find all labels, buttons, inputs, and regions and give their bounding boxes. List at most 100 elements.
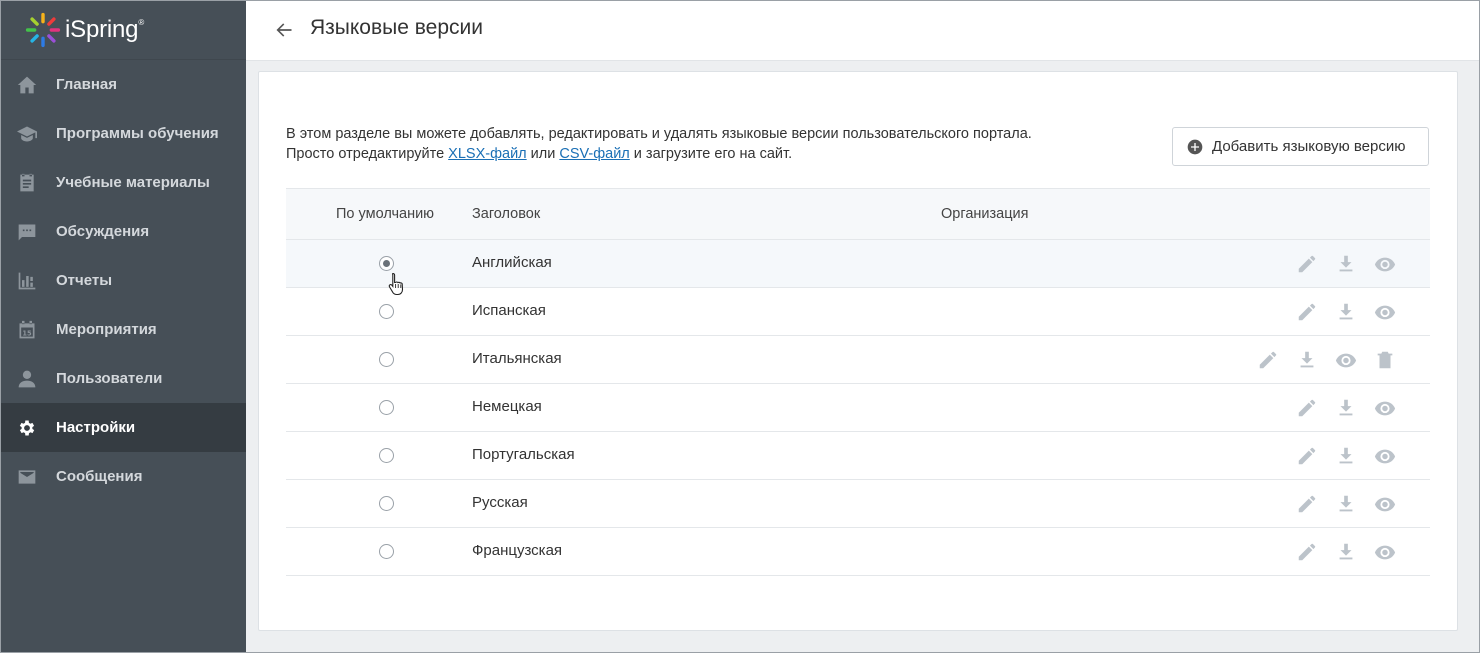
plus-circle-icon	[1187, 139, 1203, 154]
edit-button[interactable]	[1295, 492, 1319, 516]
add-button-label: Добавить языковую версию	[1212, 138, 1406, 155]
preview-button[interactable]	[1373, 492, 1397, 516]
table-row: Итальянская	[286, 336, 1430, 384]
edit-button[interactable]	[1295, 300, 1319, 324]
sidebar-item-reports[interactable]: Отчеты	[0, 256, 246, 305]
pencil-icon	[1298, 495, 1316, 513]
sidebar-item-messages[interactable]: Сообщения	[0, 452, 246, 501]
brand-name: iSpring®	[65, 15, 145, 43]
sidebar-item-home[interactable]: Главная	[0, 60, 246, 109]
table-row: Английская	[286, 240, 1430, 288]
row-actions	[1280, 396, 1397, 420]
delete-button[interactable]	[1373, 348, 1397, 372]
ispring-logo-icon	[25, 12, 61, 47]
bar-chart-icon	[16, 270, 38, 292]
pencil-icon	[1298, 303, 1316, 321]
sidebar-item-events[interactable]: 15 Мероприятия	[0, 305, 246, 354]
sidebar-item-users[interactable]: Пользователи	[0, 354, 246, 403]
sidebar-item-label: Программы обучения	[56, 125, 219, 142]
download-button[interactable]	[1334, 492, 1358, 516]
preview-button[interactable]	[1373, 444, 1397, 468]
default-radio[interactable]	[379, 496, 394, 511]
row-actions	[1280, 444, 1397, 468]
edit-button[interactable]	[1295, 252, 1319, 276]
column-default: По умолчанию	[336, 206, 435, 222]
preview-button[interactable]	[1373, 252, 1397, 276]
preview-button[interactable]	[1373, 396, 1397, 420]
download-button[interactable]	[1295, 348, 1319, 372]
download-icon	[1339, 447, 1353, 464]
gear-icon	[16, 417, 38, 439]
sidebar-item-label: Главная	[56, 76, 118, 93]
preview-button[interactable]	[1373, 300, 1397, 324]
row-actions	[1280, 492, 1397, 516]
hand-cursor-icon	[388, 272, 404, 296]
download-icon	[1339, 255, 1353, 272]
sidebar-item-materials[interactable]: Учебные материалы	[0, 158, 246, 207]
add-language-version-button[interactable]: Добавить языковую версию	[1172, 127, 1429, 166]
sidebar-item-programs[interactable]: Программы обучения	[0, 109, 246, 158]
intro-line-2: Просто отредактируйте XLSX-файл или CSV-…	[286, 146, 793, 162]
edit-button[interactable]	[1295, 396, 1319, 420]
default-radio[interactable]	[379, 400, 394, 415]
home-icon	[16, 74, 38, 96]
edit-button[interactable]	[1295, 540, 1319, 564]
calendar-icon: 15	[16, 319, 38, 341]
logo[interactable]: iSpring®	[0, 0, 246, 60]
column-organization: Организация	[941, 206, 1029, 222]
languages-table: По умолчанию Заголовок Организация Англи…	[286, 188, 1430, 576]
download-icon	[1300, 351, 1314, 368]
sidebar-item-label: Отчеты	[56, 272, 113, 289]
language-title: Испанская	[472, 302, 546, 319]
eye-icon	[1374, 305, 1396, 320]
row-actions	[1280, 300, 1397, 324]
download-button[interactable]	[1334, 396, 1358, 420]
download-button[interactable]	[1334, 300, 1358, 324]
download-icon	[1339, 543, 1353, 560]
default-radio[interactable]	[379, 352, 394, 367]
language-title: Английская	[472, 254, 552, 271]
language-title: Итальянская	[472, 350, 562, 367]
download-button[interactable]	[1334, 444, 1358, 468]
default-radio[interactable]	[379, 304, 394, 319]
sidebar-item-label: Сообщения	[56, 468, 143, 485]
eye-icon	[1374, 545, 1396, 560]
edit-button[interactable]	[1295, 444, 1319, 468]
materials-icon	[16, 172, 38, 194]
sidebar-item-label: Пользователи	[56, 370, 163, 387]
download-icon	[1339, 399, 1353, 416]
edit-button[interactable]	[1256, 348, 1280, 372]
intro-text: В этом разделе вы можете добавлять, реда…	[286, 124, 1032, 164]
preview-button[interactable]	[1373, 540, 1397, 564]
preview-button[interactable]	[1334, 348, 1358, 372]
eye-icon	[1374, 497, 1396, 512]
row-actions	[1241, 348, 1397, 372]
back-button[interactable]	[274, 18, 298, 42]
column-title: Заголовок	[472, 206, 541, 222]
xlsx-file-link[interactable]: XLSX-файл	[448, 146, 526, 162]
language-title: Немецкая	[472, 398, 542, 415]
download-icon	[1339, 495, 1353, 512]
table-header: По умолчанию Заголовок Организация	[286, 188, 1430, 240]
default-radio[interactable]	[379, 256, 394, 271]
default-radio[interactable]	[379, 544, 394, 559]
table-row: Португальская	[286, 432, 1430, 480]
row-actions	[1280, 540, 1397, 564]
pencil-icon	[1298, 543, 1316, 561]
user-icon	[16, 368, 38, 390]
csv-file-link[interactable]: CSV-файл	[559, 146, 629, 162]
row-actions	[1280, 252, 1397, 276]
eye-icon	[1374, 401, 1396, 416]
default-radio[interactable]	[379, 448, 394, 463]
page-header: Языковые версии	[246, 0, 1480, 61]
sidebar-item-label: Настройки	[56, 419, 136, 436]
download-button[interactable]	[1334, 252, 1358, 276]
sidebar-item-settings[interactable]: Настройки	[0, 403, 246, 452]
chat-icon	[16, 221, 38, 243]
content-card: В этом разделе вы можете добавлять, реда…	[258, 71, 1458, 631]
download-button[interactable]	[1334, 540, 1358, 564]
sidebar-item-label: Мероприятия	[56, 321, 157, 338]
table-row: Французская	[286, 528, 1430, 576]
sidebar-item-discussions[interactable]: Обсуждения	[0, 207, 246, 256]
pencil-icon	[1298, 399, 1316, 417]
